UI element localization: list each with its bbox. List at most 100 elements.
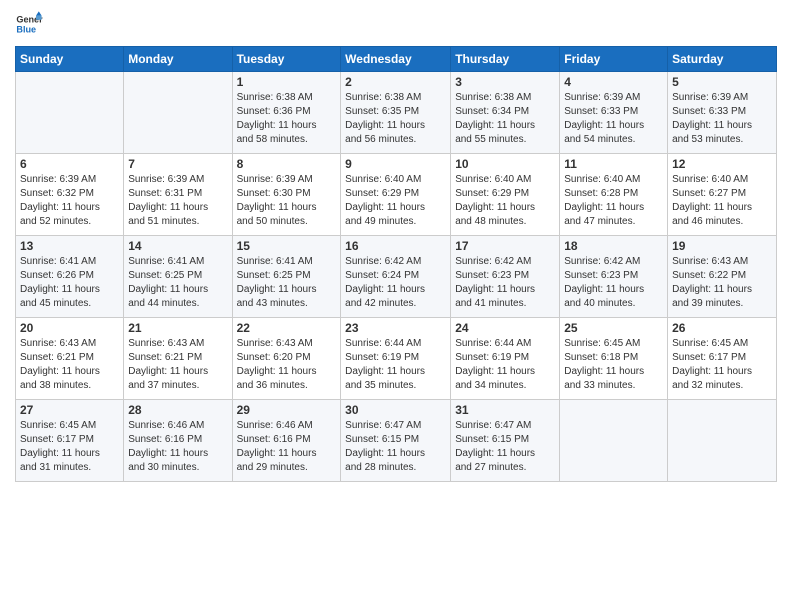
day-info: Sunrise: 6:42 AM Sunset: 6:23 PM Dayligh…: [455, 255, 555, 311]
day-cell: [16, 72, 124, 154]
day-number: 25: [564, 321, 663, 335]
day-info: Sunrise: 6:42 AM Sunset: 6:23 PM Dayligh…: [564, 255, 663, 311]
weekday-header-saturday: Saturday: [668, 47, 777, 72]
day-info: Sunrise: 6:41 AM Sunset: 6:25 PM Dayligh…: [128, 255, 227, 311]
day-cell: [560, 400, 668, 482]
day-number: 13: [20, 239, 119, 253]
day-number: 1: [237, 75, 337, 89]
day-cell: 6 Sunrise: 6:39 AM Sunset: 6:32 PM Daylig…: [16, 154, 124, 236]
day-number: 19: [672, 239, 772, 253]
day-number: 20: [20, 321, 119, 335]
logo: General Blue: [15, 10, 43, 38]
weekday-header-row: SundayMondayTuesdayWednesdayThursdayFrid…: [16, 47, 777, 72]
calendar-page: General Blue SundayMondayTuesdayWednesda…: [0, 0, 792, 612]
weekday-header-wednesday: Wednesday: [341, 47, 451, 72]
day-cell: 21 Sunrise: 6:43 AM Sunset: 6:21 PM Dayli…: [124, 318, 232, 400]
day-info: Sunrise: 6:47 AM Sunset: 6:15 PM Dayligh…: [455, 419, 555, 475]
day-info: Sunrise: 6:44 AM Sunset: 6:19 PM Dayligh…: [345, 337, 446, 393]
day-cell: 16 Sunrise: 6:42 AM Sunset: 6:24 PM Dayli…: [341, 236, 451, 318]
day-info: Sunrise: 6:41 AM Sunset: 6:25 PM Dayligh…: [237, 255, 337, 311]
day-cell: 14 Sunrise: 6:41 AM Sunset: 6:25 PM Dayli…: [124, 236, 232, 318]
day-info: Sunrise: 6:39 AM Sunset: 6:32 PM Dayligh…: [20, 173, 119, 229]
day-info: Sunrise: 6:43 AM Sunset: 6:20 PM Dayligh…: [237, 337, 337, 393]
day-cell: 28 Sunrise: 6:46 AM Sunset: 6:16 PM Dayli…: [124, 400, 232, 482]
day-cell: 18 Sunrise: 6:42 AM Sunset: 6:23 PM Dayli…: [560, 236, 668, 318]
day-cell: 13 Sunrise: 6:41 AM Sunset: 6:26 PM Dayli…: [16, 236, 124, 318]
day-info: Sunrise: 6:39 AM Sunset: 6:33 PM Dayligh…: [564, 91, 663, 147]
day-number: 22: [237, 321, 337, 335]
day-info: Sunrise: 6:38 AM Sunset: 6:35 PM Dayligh…: [345, 91, 446, 147]
weekday-header-monday: Monday: [124, 47, 232, 72]
day-cell: [124, 72, 232, 154]
day-info: Sunrise: 6:38 AM Sunset: 6:34 PM Dayligh…: [455, 91, 555, 147]
day-info: Sunrise: 6:39 AM Sunset: 6:30 PM Dayligh…: [237, 173, 337, 229]
day-info: Sunrise: 6:46 AM Sunset: 6:16 PM Dayligh…: [128, 419, 227, 475]
day-cell: 24Sunrise: 6:44 AM Sunset: 6:19 PM Dayli…: [451, 318, 560, 400]
day-number: 2: [345, 75, 446, 89]
day-info: Sunrise: 6:44 AM Sunset: 6:19 PM Dayligh…: [455, 337, 555, 393]
day-info: Sunrise: 6:43 AM Sunset: 6:22 PM Dayligh…: [672, 255, 772, 311]
weekday-header-thursday: Thursday: [451, 47, 560, 72]
day-cell: 26 Sunrise: 6:45 AM Sunset: 6:17 PM Dayli…: [668, 318, 777, 400]
day-number: 28: [128, 403, 227, 417]
day-cell: 3 Sunrise: 6:38 AM Sunset: 6:34 PM Daylig…: [451, 72, 560, 154]
day-cell: 17 Sunrise: 6:42 AM Sunset: 6:23 PM Dayli…: [451, 236, 560, 318]
day-number: 10: [455, 157, 555, 171]
day-cell: [668, 400, 777, 482]
day-number: 12: [672, 157, 772, 171]
day-number: 31: [455, 403, 555, 417]
day-cell: 30 Sunrise: 6:47 AM Sunset: 6:15 PM Dayli…: [341, 400, 451, 482]
day-info: Sunrise: 6:46 AM Sunset: 6:16 PM Dayligh…: [237, 419, 337, 475]
day-cell: 19 Sunrise: 6:43 AM Sunset: 6:22 PM Dayli…: [668, 236, 777, 318]
day-number: 30: [345, 403, 446, 417]
day-number: 3: [455, 75, 555, 89]
day-info: Sunrise: 6:41 AM Sunset: 6:26 PM Dayligh…: [20, 255, 119, 311]
day-cell: 25Sunrise: 6:45 AM Sunset: 6:18 PM Dayli…: [560, 318, 668, 400]
day-cell: 31 Sunrise: 6:47 AM Sunset: 6:15 PM Dayli…: [451, 400, 560, 482]
week-row-4: 20 Sunrise: 6:43 AM Sunset: 6:21 PM Dayli…: [16, 318, 777, 400]
svg-text:Blue: Blue: [16, 24, 36, 34]
day-cell: 10 Sunrise: 6:40 AM Sunset: 6:29 PM Dayli…: [451, 154, 560, 236]
day-info: Sunrise: 6:40 AM Sunset: 6:29 PM Dayligh…: [345, 173, 446, 229]
day-info: Sunrise: 6:42 AM Sunset: 6:24 PM Dayligh…: [345, 255, 446, 311]
week-row-5: 27Sunrise: 6:45 AM Sunset: 6:17 PM Dayli…: [16, 400, 777, 482]
day-info: Sunrise: 6:40 AM Sunset: 6:29 PM Dayligh…: [455, 173, 555, 229]
day-number: 26: [672, 321, 772, 335]
day-cell: 20 Sunrise: 6:43 AM Sunset: 6:21 PM Dayli…: [16, 318, 124, 400]
day-number: 17: [455, 239, 555, 253]
day-number: 21: [128, 321, 227, 335]
day-number: 5: [672, 75, 772, 89]
day-cell: 22 Sunrise: 6:43 AM Sunset: 6:20 PM Dayli…: [232, 318, 341, 400]
day-cell: 8 Sunrise: 6:39 AM Sunset: 6:30 PM Daylig…: [232, 154, 341, 236]
day-info: Sunrise: 6:39 AM Sunset: 6:33 PM Dayligh…: [672, 91, 772, 147]
week-row-3: 13 Sunrise: 6:41 AM Sunset: 6:26 PM Dayli…: [16, 236, 777, 318]
day-info: Sunrise: 6:43 AM Sunset: 6:21 PM Dayligh…: [128, 337, 227, 393]
day-number: 15: [237, 239, 337, 253]
day-number: 18: [564, 239, 663, 253]
day-cell: 23Sunrise: 6:44 AM Sunset: 6:19 PM Dayli…: [341, 318, 451, 400]
header: General Blue: [15, 10, 777, 38]
weekday-header-friday: Friday: [560, 47, 668, 72]
day-cell: 5 Sunrise: 6:39 AM Sunset: 6:33 PM Daylig…: [668, 72, 777, 154]
weekday-header-sunday: Sunday: [16, 47, 124, 72]
day-number: 8: [237, 157, 337, 171]
weekday-header-tuesday: Tuesday: [232, 47, 341, 72]
day-cell: 29Sunrise: 6:46 AM Sunset: 6:16 PM Dayli…: [232, 400, 341, 482]
day-cell: 2 Sunrise: 6:38 AM Sunset: 6:35 PM Daylig…: [341, 72, 451, 154]
week-row-1: 1Sunrise: 6:38 AM Sunset: 6:36 PM Daylig…: [16, 72, 777, 154]
day-cell: 9Sunrise: 6:40 AM Sunset: 6:29 PM Daylig…: [341, 154, 451, 236]
day-cell: 11Sunrise: 6:40 AM Sunset: 6:28 PM Dayli…: [560, 154, 668, 236]
day-cell: 7Sunrise: 6:39 AM Sunset: 6:31 PM Daylig…: [124, 154, 232, 236]
logo-icon: General Blue: [15, 10, 43, 38]
day-info: Sunrise: 6:43 AM Sunset: 6:21 PM Dayligh…: [20, 337, 119, 393]
day-number: 6: [20, 157, 119, 171]
day-info: Sunrise: 6:45 AM Sunset: 6:17 PM Dayligh…: [672, 337, 772, 393]
day-info: Sunrise: 6:40 AM Sunset: 6:28 PM Dayligh…: [564, 173, 663, 229]
day-info: Sunrise: 6:45 AM Sunset: 6:17 PM Dayligh…: [20, 419, 119, 475]
day-number: 14: [128, 239, 227, 253]
day-info: Sunrise: 6:39 AM Sunset: 6:31 PM Dayligh…: [128, 173, 227, 229]
calendar-table: SundayMondayTuesdayWednesdayThursdayFrid…: [15, 46, 777, 482]
day-cell: 4Sunrise: 6:39 AM Sunset: 6:33 PM Daylig…: [560, 72, 668, 154]
day-info: Sunrise: 6:47 AM Sunset: 6:15 PM Dayligh…: [345, 419, 446, 475]
day-number: 16: [345, 239, 446, 253]
